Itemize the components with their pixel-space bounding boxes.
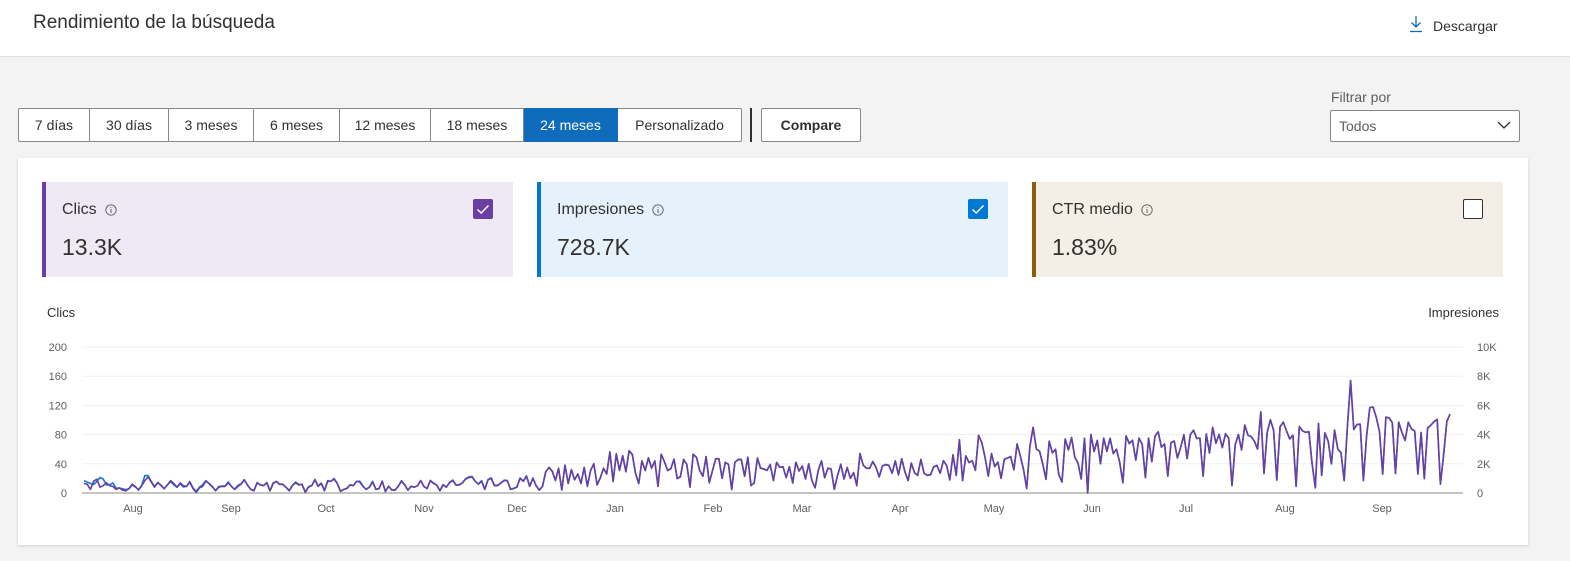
range-button[interactable]: 24 meses <box>524 108 618 142</box>
x-tick-label: Jan <box>606 503 624 515</box>
clicks-series-line <box>83 379 1451 494</box>
range-button[interactable]: Personalizado <box>618 108 742 142</box>
y-right-tick-label: 4K <box>1477 430 1491 442</box>
x-tick-label: Jun <box>1083 503 1101 515</box>
download-label: Descargar <box>1433 17 1498 34</box>
x-tick-label: Jul <box>1179 503 1193 515</box>
x-tick-label: Mar <box>793 503 812 515</box>
date-range-selector: 7 días 30 días 3 meses 6 meses 12 meses 18 me… <box>18 108 742 142</box>
y-right-tick-label: 2K <box>1477 459 1491 471</box>
filter-label: Filtrar por <box>1331 89 1391 105</box>
x-tick-label: Apr <box>891 503 908 515</box>
x-tick-label: Feb <box>704 503 723 515</box>
x-tick-label: Oct <box>317 503 334 515</box>
x-tick-label: Aug <box>123 503 143 515</box>
y-right-tick-label: 10K <box>1477 342 1497 354</box>
y-left-tick-label: 80 <box>55 430 67 442</box>
impressions-series-line <box>83 379 1451 494</box>
range-button[interactable]: 7 días <box>18 108 90 142</box>
x-tick-label: Dec <box>507 503 527 515</box>
page-title: Rendimiento de la búsqueda <box>33 12 275 33</box>
download-icon <box>1408 15 1424 36</box>
range-button[interactable]: 3 meses <box>169 108 254 142</box>
range-button[interactable]: 30 días <box>90 108 169 142</box>
x-tick-label: Nov <box>414 503 434 515</box>
performance-chart: 0 0 40 2K 80 4K 120 6K 160 8K 200 10K Aug Sep Oct Nov De… <box>49 342 1498 515</box>
x-tick-label: Sep <box>1372 503 1392 515</box>
chevron-down-icon <box>1497 121 1511 129</box>
range-button[interactable]: 12 meses <box>340 108 431 142</box>
y-right-tick-label: 6K <box>1477 400 1491 412</box>
performance-panel: Clics 13.3K Impresiones 728.7K CTR medio… <box>18 158 1528 545</box>
range-divider <box>750 108 752 142</box>
y-left-tick-label: 120 <box>49 400 67 412</box>
header-bar: Rendimiento de la búsqueda Descargar <box>0 0 1570 57</box>
y-left-tick-label: 200 <box>49 342 67 354</box>
filter-value: Todos <box>1339 118 1377 134</box>
y-left-tick-label: 40 <box>55 459 67 471</box>
x-tick-label: May <box>984 503 1005 515</box>
y-right-tick-label: 0 <box>1477 488 1483 500</box>
filter-dropdown[interactable]: Todos <box>1330 110 1520 142</box>
x-tick-label: Sep <box>221 503 241 515</box>
y-right-tick-label: 8K <box>1477 371 1491 383</box>
compare-button[interactable]: Compare <box>761 108 861 142</box>
range-button[interactable]: 18 meses <box>431 108 524 142</box>
x-tick-label: Aug <box>1275 503 1295 515</box>
y-left-tick-label: 0 <box>61 488 67 500</box>
range-button[interactable]: 6 meses <box>254 108 340 142</box>
y-left-tick-label: 160 <box>49 371 67 383</box>
download-button[interactable]: Descargar <box>1408 15 1498 36</box>
